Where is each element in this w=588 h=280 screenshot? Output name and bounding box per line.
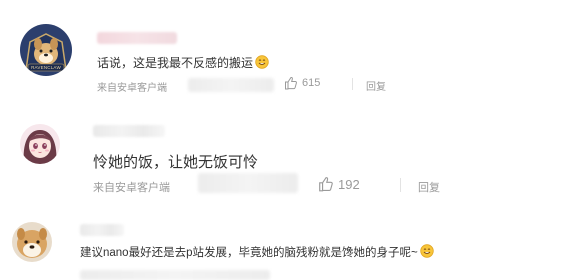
comment-text: 建议nano最好还是去p站发展，毕竟她的脑残粉就是馋她的身子呢~ [80,247,418,259]
comment-item: 怜她的饭，让她无饭可怜 来自安卓客户端 192 回复 [0,100,588,200]
like-button[interactable]: 192 [318,176,360,192]
username-blurred[interactable] [97,32,177,44]
avatar-badge-text: RAVENCLAW [31,65,61,70]
like-count: 192 [338,176,360,192]
avatar[interactable] [12,222,52,262]
comment-source: 来自安卓客户端 [93,182,170,194]
comment-text: 话说，这是我最不反感的搬运 [97,56,254,70]
comment-text-row: 建议nano最好还是去p站发展，毕竟她的脑残粉就是馋她的身子呢~ [80,244,434,261]
like-button[interactable]: 615 [284,76,320,90]
comment-item: RAVENCLAW 话说，这是我最不反感的搬运 来自安卓客户端 615 回复 [0,0,588,100]
comment-source: 来自安卓客户端 [97,83,167,94]
timestamp-blurred [198,173,298,193]
timestamp-blurred [188,78,274,92]
reply-button[interactable]: 回复 [366,78,386,93]
comment-text: 怜她的饭，让她无饭可怜 [93,154,259,171]
comment-text-row: 怜她的饭，让她无饭可怜 [93,151,258,172]
comment-text-row: 话说，这是我最不反感的搬运 [97,54,269,72]
comment-item: 建议nano最好还是去p站发展，毕竟她的脑残粉就是馋她的身子呢~ [0,200,588,280]
thumbs-up-icon [318,176,334,192]
divider [400,178,401,192]
username-blurred[interactable] [80,224,124,236]
smile-emoji-icon [255,55,269,72]
smile-emoji-icon [420,244,434,261]
timestamp-blurred [80,270,270,280]
like-count: 615 [302,77,321,89]
thumbs-up-icon [284,76,298,90]
avatar[interactable] [20,124,60,164]
avatar[interactable]: RAVENCLAW [20,24,72,76]
username-blurred[interactable] [93,125,165,137]
divider [352,78,353,90]
reply-button[interactable]: 回复 [418,179,440,195]
